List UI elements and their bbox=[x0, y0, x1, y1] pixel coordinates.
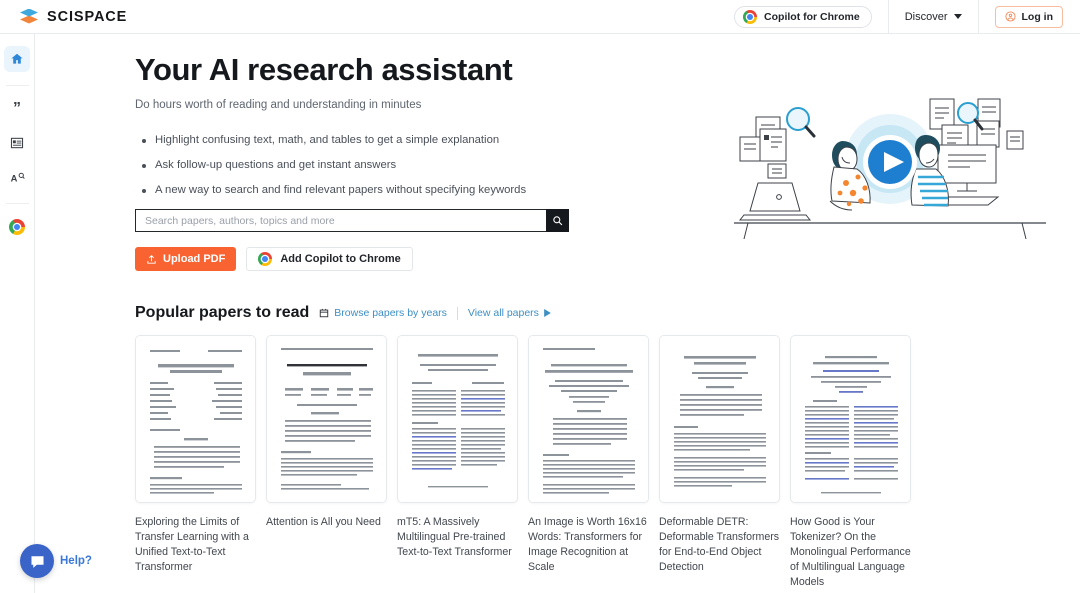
paper-title[interactable]: Exploring the Limits of Transfer Learnin… bbox=[135, 515, 256, 575]
paper-page-scan-icon bbox=[398, 336, 517, 502]
chrome-icon bbox=[9, 219, 25, 235]
add-copilot-to-chrome-button[interactable]: Add Copilot to Chrome bbox=[246, 247, 413, 271]
paraphrase-a-icon: A bbox=[10, 172, 25, 183]
main-content: Your AI research assistant Do hours wort… bbox=[35, 34, 1080, 593]
help-label[interactable]: Help? bbox=[60, 555, 92, 567]
paper-thumbnail[interactable] bbox=[790, 335, 911, 503]
brand-logo[interactable]: SCISPACE bbox=[0, 7, 127, 27]
browse-papers-by-years-link[interactable]: Browse papers by years bbox=[319, 307, 447, 319]
home-icon bbox=[11, 53, 23, 64]
discover-label: Discover bbox=[904, 10, 948, 23]
list-item: Highlight confusing text, math, and tabl… bbox=[142, 134, 526, 146]
paper-title[interactable]: mT5: A Massively Multilingual Pre-traine… bbox=[397, 515, 518, 560]
research-illustration-icon bbox=[734, 98, 1046, 240]
feature-list: Highlight confusing text, math, and tabl… bbox=[142, 134, 526, 209]
paper-page-scan-icon bbox=[267, 336, 386, 502]
copilot-for-chrome-button[interactable]: Copilot for Chrome bbox=[734, 5, 872, 28]
browse-link-label: Browse papers by years bbox=[334, 307, 447, 319]
chrome-icon bbox=[743, 9, 758, 24]
view-all-label: View all papers bbox=[467, 307, 539, 319]
play-triangle-icon bbox=[544, 309, 551, 317]
list-icon bbox=[10, 137, 24, 149]
calendar-icon bbox=[320, 308, 329, 318]
sidebar-item-citation[interactable]: ” bbox=[4, 96, 30, 122]
paper-page-scan-icon bbox=[529, 336, 648, 502]
left-sidebar: ” A bbox=[0, 34, 35, 593]
search-bar bbox=[135, 209, 569, 232]
paper-title[interactable]: How Good is Your Tokenizer? On the Monol… bbox=[790, 515, 911, 590]
chat-bubble-icon bbox=[30, 555, 44, 568]
search-icon bbox=[553, 216, 563, 226]
top-header: SCISPACE Copilot for Chrome Discover Log… bbox=[0, 0, 1080, 34]
header-divider-2 bbox=[977, 0, 979, 34]
upload-pdf-label: Upload PDF bbox=[163, 253, 226, 265]
chevron-down-icon bbox=[953, 14, 962, 19]
paper-card[interactable]: How Good is Your Tokenizer? On the Monol… bbox=[790, 335, 911, 590]
hero-illustration bbox=[730, 89, 1050, 240]
sidebar-divider-2 bbox=[5, 203, 29, 204]
search-input[interactable] bbox=[135, 209, 546, 232]
help-widget: Help? bbox=[20, 544, 92, 578]
paper-card[interactable]: mT5: A Massively Multilingual Pre-traine… bbox=[397, 335, 518, 590]
paper-page-scan-icon bbox=[660, 336, 779, 502]
sidebar-item-paraphraser[interactable]: A bbox=[4, 164, 30, 190]
view-all-papers-link[interactable]: View all papers bbox=[468, 307, 551, 319]
quote-icon: ” bbox=[13, 100, 21, 117]
paper-thumbnail[interactable] bbox=[266, 335, 387, 503]
copilot-chip-label: Copilot for Chrome bbox=[764, 10, 860, 23]
brand-name: SCISPACE bbox=[47, 8, 128, 25]
paper-card[interactable]: Deformable DETR: Deformable Transformers… bbox=[659, 335, 780, 590]
login-button[interactable]: Log in bbox=[994, 5, 1063, 28]
stacked-layers-logo-icon bbox=[19, 7, 39, 27]
paper-title[interactable]: Attention is All you Need bbox=[266, 515, 387, 530]
header-divider-1 bbox=[887, 0, 889, 34]
sidebar-item-home[interactable] bbox=[4, 46, 30, 72]
paper-title[interactable]: Deformable DETR: Deformable Transformers… bbox=[659, 515, 780, 575]
discover-menu[interactable]: Discover bbox=[905, 11, 962, 23]
paper-page-scan-icon bbox=[136, 336, 255, 502]
paper-card[interactable]: An Image is Worth 16x16 Words: Transform… bbox=[528, 335, 649, 590]
search-button[interactable] bbox=[546, 209, 569, 232]
sidebar-item-literature-review[interactable] bbox=[4, 130, 30, 156]
upload-icon bbox=[147, 254, 156, 264]
section-title: Popular papers to read bbox=[135, 304, 310, 321]
help-chat-button[interactable] bbox=[20, 544, 54, 578]
link-divider bbox=[456, 306, 458, 320]
header-actions: Copilot for Chrome Discover Log in bbox=[734, 0, 1080, 34]
action-buttons: Upload PDF Add Copilot to Chrome bbox=[135, 247, 413, 271]
chrome-icon bbox=[258, 252, 273, 266]
paper-card[interactable]: Attention is All you Need bbox=[266, 335, 387, 590]
paper-thumbnail[interactable] bbox=[659, 335, 780, 503]
papers-grid: Exploring the Limits of Transfer Learnin… bbox=[135, 335, 911, 590]
paper-page-scan-icon bbox=[791, 336, 910, 502]
svg-text:A: A bbox=[10, 173, 17, 183]
add-copilot-label: Add Copilot to Chrome bbox=[280, 253, 401, 265]
list-item: A new way to search and find relevant pa… bbox=[142, 184, 526, 196]
paper-title[interactable]: An Image is Worth 16x16 Words: Transform… bbox=[528, 515, 649, 575]
sidebar-item-chrome-extension[interactable] bbox=[4, 214, 30, 240]
popular-papers-header: Popular papers to read Browse papers by … bbox=[135, 304, 551, 322]
paper-thumbnail[interactable] bbox=[528, 335, 649, 503]
login-label: Log in bbox=[1021, 10, 1054, 23]
paper-thumbnail[interactable] bbox=[397, 335, 518, 503]
sidebar-divider bbox=[5, 85, 29, 86]
paper-thumbnail[interactable] bbox=[135, 335, 256, 503]
page-root: SCISPACE Copilot for Chrome Discover Log… bbox=[0, 0, 1080, 593]
page-title: Your AI research assistant bbox=[135, 52, 513, 87]
list-item: Ask follow-up questions and get instant … bbox=[142, 159, 526, 171]
user-circle-icon bbox=[1004, 11, 1016, 22]
hero-subtitle: Do hours worth of reading and understand… bbox=[135, 99, 422, 111]
paper-card[interactable]: Exploring the Limits of Transfer Learnin… bbox=[135, 335, 256, 590]
upload-pdf-button[interactable]: Upload PDF bbox=[135, 247, 237, 271]
